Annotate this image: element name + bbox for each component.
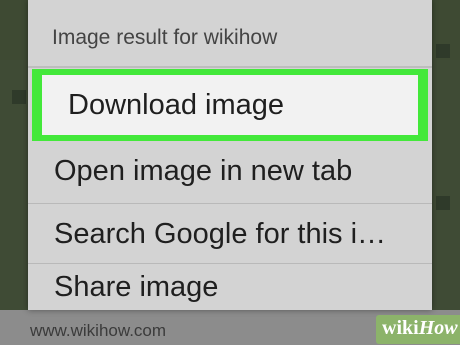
menu-item-search-google[interactable]: Search Google for this i… <box>28 204 432 264</box>
background-url-text: www.wikihow.com <box>30 321 167 340</box>
menu-item-label: Share image <box>54 270 219 303</box>
watermark-wiki: wiki <box>382 317 419 339</box>
background-element <box>436 196 450 210</box>
dialog-title: Image result for wikihow <box>52 26 278 49</box>
menu-item-label: Search Google for this i… <box>54 217 387 250</box>
title-divider <box>28 66 432 68</box>
download-image-item[interactable]: Download image <box>42 75 418 135</box>
wikihow-watermark-logo: wikiHow <box>376 315 460 344</box>
watermark-how: How <box>418 317 458 339</box>
background-element <box>12 90 26 104</box>
context-menu-dialog: Image result for wikihow Download image … <box>28 0 432 310</box>
menu-item-share-image[interactable]: Share image <box>28 264 432 310</box>
menu-item-open-in-new-tab[interactable]: Open image in new tab <box>28 141 432 201</box>
menu-item-label: Download image <box>68 88 285 121</box>
background-element <box>436 44 450 58</box>
screen: www.wikihow.com Image result for wikihow… <box>0 0 460 345</box>
menu-item-label: Open image in new tab <box>54 154 353 187</box>
menu-item-download-image[interactable]: Download image <box>32 75 436 135</box>
highlight-outline: Download image <box>32 69 428 141</box>
